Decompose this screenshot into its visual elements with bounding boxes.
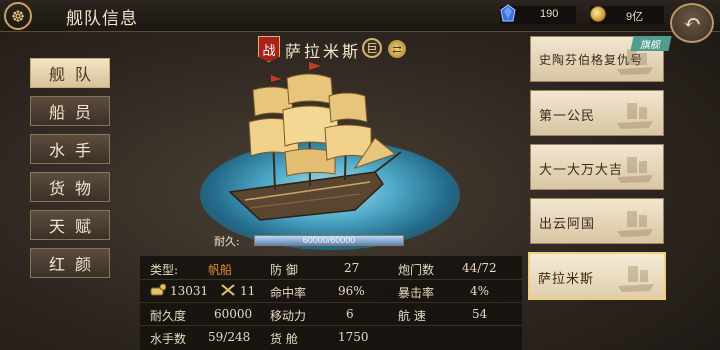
sailors-value: 59/248 xyxy=(208,330,251,344)
gem-count: 190 xyxy=(540,8,559,20)
tab-fleet-label: 舰队 xyxy=(48,65,101,84)
flagship-tag: 旗舰 xyxy=(630,36,672,51)
ship-silhouette-icon xyxy=(617,211,653,237)
gem-icon xyxy=(500,4,516,22)
cannon-slots-label: 炮门数 xyxy=(398,263,435,277)
ship-wheel-icon: ☸ xyxy=(4,2,32,30)
gold-count: 9亿 xyxy=(626,11,644,23)
tab-cargo[interactable]: 货物 xyxy=(30,172,110,202)
stats-panel: 类型: 帆船 防 御 27 炮门数 44/72 13031 11 命中率 96%… xyxy=(140,256,522,350)
swap-icon[interactable]: ⇄ xyxy=(388,40,406,58)
mobility-value: 6 xyxy=(346,307,354,321)
fleet-ship-name: 第一公民 xyxy=(539,109,596,124)
back-button[interactable]: ↶ xyxy=(670,3,714,43)
fleet-ship-card[interactable]: 大一大万大吉 xyxy=(530,144,664,190)
crit-rate-value: 4% xyxy=(470,284,490,298)
type-label: 类型: xyxy=(150,263,179,277)
cannon-slots-value: 44/72 xyxy=(462,261,497,275)
type-value: 帆船 xyxy=(208,263,233,277)
hit-rate-value: 96% xyxy=(338,284,365,298)
speed-label: 航 速 xyxy=(398,309,426,323)
stats-divider xyxy=(140,302,522,303)
tab-talent[interactable]: 天赋 xyxy=(30,210,110,240)
crit-rate-label: 暴击率 xyxy=(398,286,435,300)
durability-label: 耐久: xyxy=(214,235,240,248)
tab-fleet[interactable]: 舰队 xyxy=(30,58,110,88)
speed-value: 54 xyxy=(472,307,488,321)
crossed-swords-icon xyxy=(221,284,235,296)
stats-divider xyxy=(140,279,522,280)
ship-name: 萨拉米斯 xyxy=(285,42,362,61)
tab-sailors-label: 水手 xyxy=(48,141,101,160)
fleet-ship-card[interactable]: 第一公民 xyxy=(530,90,664,136)
durability-stat-label: 耐久度 xyxy=(150,309,187,323)
tab-crew-label: 船员 xyxy=(48,103,101,122)
ship-silhouette-icon xyxy=(617,157,653,183)
fleet-ship-card[interactable]: 出云阿国 xyxy=(530,198,664,244)
fleet-ship-card-selected[interactable]: 萨拉米斯 xyxy=(528,252,666,300)
durability-stat-value: 60000 xyxy=(214,307,253,321)
fleet-ship-name: 萨拉米斯 xyxy=(538,272,595,287)
sailors-label: 水手数 xyxy=(150,332,187,346)
tab-sailors[interactable]: 水手 xyxy=(30,134,110,164)
ship-silhouette-icon xyxy=(617,103,653,129)
ship-silhouette-icon xyxy=(618,266,654,292)
tab-beauty-label: 红颜 xyxy=(48,255,101,274)
back-arrow-icon: ↶ xyxy=(682,10,702,36)
mobility-label: 移动力 xyxy=(270,309,307,323)
ship-image[interactable] xyxy=(205,60,405,230)
tab-crew[interactable]: 船员 xyxy=(30,96,110,126)
defense-label: 防 御 xyxy=(270,263,298,277)
defense-value: 27 xyxy=(344,261,360,275)
battle-badge: 战 xyxy=(258,36,280,62)
fleet-ship-name: 大一大万大吉 xyxy=(539,163,624,178)
tab-cargo-label: 货物 xyxy=(48,179,101,198)
page-title: 舰队信息 xyxy=(66,9,138,29)
cargo-capacity-value: 13031 xyxy=(170,284,209,298)
stats-divider xyxy=(140,325,522,326)
tab-talent-label: 天赋 xyxy=(48,217,101,236)
hit-rate-label: 命中率 xyxy=(270,286,307,300)
fleet-ship-name: 出云阿国 xyxy=(539,217,596,232)
size-badge: 巨 xyxy=(362,38,382,58)
gold-coin-icon xyxy=(590,6,606,22)
cargo-capacity-icon xyxy=(150,283,166,296)
cannons-value: 11 xyxy=(240,284,256,298)
durability-text: 60000/60000 xyxy=(302,235,356,245)
hold-value: 1750 xyxy=(338,330,369,344)
durability-bar: 60000/60000 xyxy=(254,235,404,246)
tab-beauty[interactable]: 红颜 xyxy=(30,248,110,278)
hold-label: 货 舱 xyxy=(270,332,298,346)
